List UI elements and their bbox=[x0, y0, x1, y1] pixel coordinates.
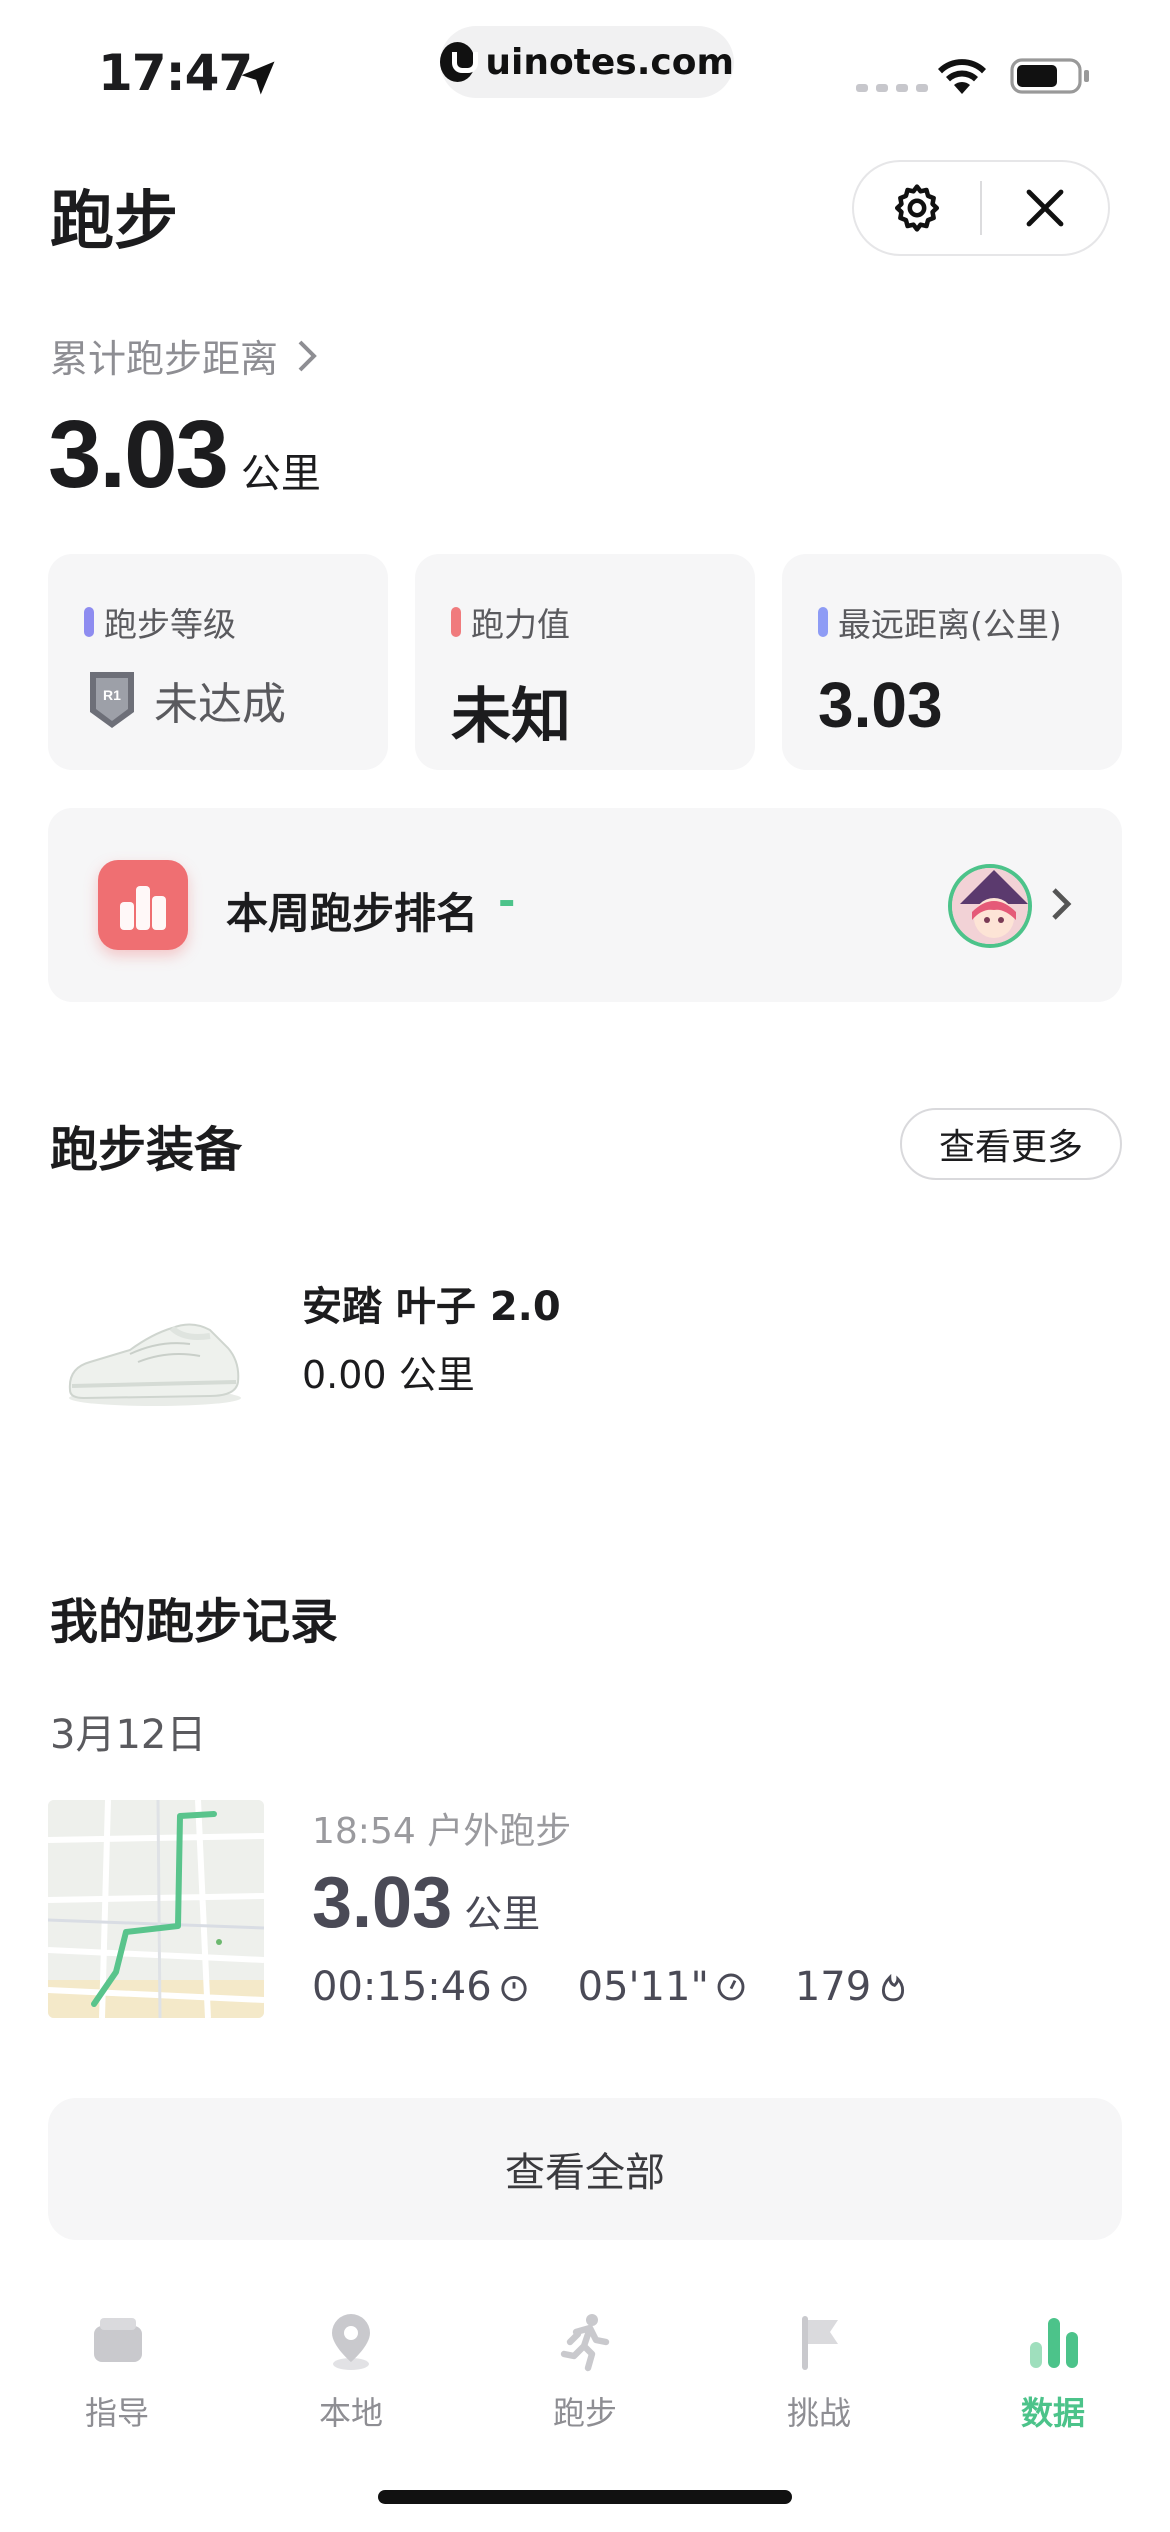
gear-section-title: 跑步装备 bbox=[50, 1122, 243, 1178]
tab-guide[interactable]: 指导 bbox=[0, 2290, 234, 2470]
stat-value-row: R1 未达成 bbox=[84, 668, 388, 732]
total-distance-label: 累计跑步距离 bbox=[50, 337, 279, 381]
location-pin-icon bbox=[332, 2314, 370, 2370]
tab-bar: 指导 本地 跑步 挑战 数据 bbox=[0, 2290, 1170, 2470]
stat-value-row: 3.03 bbox=[818, 668, 1122, 742]
tab-label: 数据 bbox=[1020, 2394, 1085, 2432]
stat-label-row: 跑步等级 bbox=[84, 598, 388, 646]
shoe-name[interactable]: 安踏 叶子 2.0 bbox=[302, 1274, 561, 1332]
tab-label: 本地 bbox=[318, 2394, 383, 2432]
tab-label: 挑战 bbox=[786, 2394, 851, 2432]
stat-label-row: 跑力值 bbox=[451, 598, 755, 646]
stat-card-power[interactable]: 跑力值 未知 bbox=[415, 554, 755, 770]
wifi-icon bbox=[938, 59, 986, 94]
view-more-button[interactable]: 查看更多 bbox=[900, 1108, 1122, 1180]
stat-label: 最远距离(公里) bbox=[838, 605, 1062, 644]
close-icon bbox=[1026, 189, 1064, 227]
record-time-type: 18:54 户外跑步 bbox=[312, 1811, 572, 1852]
record-stats: 00:15:46 05'11" 179 bbox=[312, 1964, 909, 2010]
tab-data[interactable]: 数据 bbox=[936, 2290, 1170, 2470]
record-pace: 05'11" bbox=[578, 1964, 747, 2010]
tab-run[interactable]: 跑步 bbox=[468, 2290, 702, 2470]
site-logo-icon bbox=[440, 42, 479, 82]
record-calories-value: 179 bbox=[794, 1964, 872, 2010]
signal-icon bbox=[856, 84, 928, 92]
stat-card-longest[interactable]: 最远距离(公里) 3.03 bbox=[782, 554, 1122, 770]
runner-icon bbox=[560, 2314, 610, 2372]
settings-button[interactable] bbox=[854, 162, 980, 254]
stat-accent-bar bbox=[84, 607, 94, 637]
view-all-button[interactable]: 查看全部 bbox=[48, 2098, 1122, 2240]
url-text: uinotes.com bbox=[485, 41, 734, 83]
flag-icon bbox=[802, 2316, 838, 2370]
pace-gauge-icon bbox=[717, 1973, 745, 2001]
record-distance: 3.03 公里 bbox=[312, 1862, 540, 1944]
avatar bbox=[948, 864, 1032, 948]
chevron-right-icon bbox=[298, 340, 317, 371]
tab-label: 跑步 bbox=[552, 2394, 617, 2432]
stat-value: 未知 bbox=[451, 682, 571, 752]
record-distance-value: 3.03 bbox=[312, 1863, 453, 1943]
stat-label: 跑力值 bbox=[471, 605, 570, 644]
stat-card-level[interactable]: 跑步等级 R1 未达成 bbox=[48, 554, 388, 770]
stat-value-row: 未知 bbox=[451, 668, 755, 755]
url-pill[interactable]: uinotes.com bbox=[440, 26, 734, 98]
record-duration: 00:15:46 bbox=[312, 1964, 530, 2010]
ranking-title: 本周跑步排名 bbox=[226, 889, 479, 938]
total-distance-link[interactable]: 累计跑步距离 bbox=[50, 328, 320, 383]
home-indicator[interactable] bbox=[378, 2490, 792, 2504]
tab-local[interactable]: 本地 bbox=[234, 2290, 468, 2470]
bar-chart-icon bbox=[1030, 2318, 1078, 2368]
records-section-title: 我的跑步记录 bbox=[50, 1594, 339, 1650]
weekly-ranking-card[interactable]: 本周跑步排名 - bbox=[48, 808, 1122, 1002]
status-bar: 17:47 uinotes.com bbox=[0, 0, 1170, 150]
battery-icon bbox=[1010, 58, 1089, 94]
ranking-icon bbox=[98, 860, 188, 950]
record-date: 3月12日 bbox=[50, 1712, 207, 1758]
stat-label-row: 最远距离(公里) bbox=[818, 598, 1122, 646]
stopwatch-icon bbox=[501, 1975, 527, 2002]
stat-accent-bar bbox=[818, 607, 828, 637]
shoe-image[interactable] bbox=[60, 1270, 250, 1420]
tab-label: 指导 bbox=[84, 2394, 149, 2432]
stat-value: 3.03 bbox=[818, 669, 943, 741]
svg-text:R1: R1 bbox=[103, 687, 121, 703]
gear-icon bbox=[894, 184, 940, 232]
record-pace-value: 05'11" bbox=[577, 1964, 709, 2010]
shoe-distance: 0.00 公里 bbox=[302, 1353, 475, 1397]
total-distance-unit: 公里 bbox=[240, 451, 321, 497]
chevron-right-icon bbox=[1052, 888, 1072, 920]
stat-label: 跑步等级 bbox=[104, 605, 236, 644]
total-distance-value: 3.03 bbox=[48, 401, 229, 508]
status-time: 17:47 bbox=[98, 44, 253, 102]
header-actions bbox=[852, 160, 1110, 256]
stat-accent-bar bbox=[451, 607, 461, 637]
flame-icon bbox=[882, 1973, 905, 2002]
location-arrow-icon bbox=[241, 61, 275, 95]
total-distance: 3.03 公里 bbox=[48, 400, 321, 510]
record-calories: 179 bbox=[795, 1964, 909, 2010]
tab-challenge[interactable]: 挑战 bbox=[702, 2290, 936, 2470]
route-map-thumbnail[interactable] bbox=[48, 1800, 264, 2018]
badge-icon: R1 bbox=[90, 672, 134, 728]
stat-value: 未达成 bbox=[154, 679, 286, 730]
guide-icon bbox=[94, 2318, 142, 2362]
page-title: 跑步 bbox=[50, 185, 178, 259]
record-distance-unit: 公里 bbox=[464, 1892, 541, 1936]
close-button[interactable] bbox=[982, 162, 1108, 254]
record-duration-value: 00:15:46 bbox=[312, 1964, 492, 2010]
ranking-value: - bbox=[498, 876, 516, 925]
